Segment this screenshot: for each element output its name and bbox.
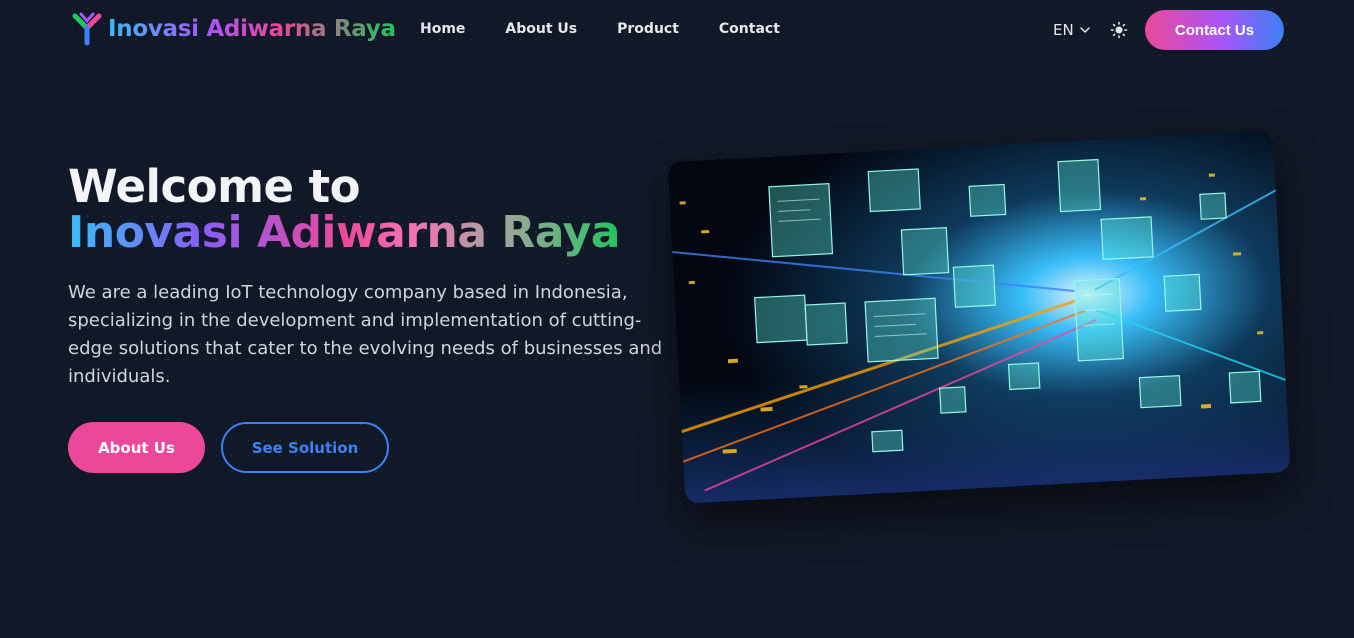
hero-image	[667, 130, 1291, 504]
sun-icon[interactable]	[1110, 21, 1128, 39]
contact-us-button[interactable]: Contact Us	[1145, 10, 1284, 50]
brand-name: Inovasi Adiwarna Raya	[108, 16, 396, 42]
nav-item-contact[interactable]: Contact	[719, 21, 780, 37]
y-shaped-logo-icon	[72, 12, 102, 46]
see-solution-button[interactable]: See Solution	[221, 422, 389, 473]
hero-description: We are a leading IoT technology company …	[68, 282, 663, 387]
hero-title-line1: Welcome to	[68, 160, 361, 213]
nav-item-product[interactable]: Product	[617, 21, 679, 37]
data-center-illustration	[667, 130, 1291, 504]
about-us-button[interactable]: About Us	[68, 422, 205, 473]
brand-logo[interactable]: Inovasi Adiwarna Raya	[72, 12, 396, 46]
nav-item-about-us[interactable]: About Us	[505, 21, 577, 37]
hero-title-line2: Inovasi Adiwarna Raya	[68, 207, 620, 258]
nav-item-home[interactable]: Home	[420, 21, 465, 37]
language-label: EN	[1053, 21, 1074, 39]
chevron-down-icon	[1079, 27, 1090, 34]
language-selector[interactable]: EN	[1053, 21, 1091, 39]
main-menu: Home About Us Product Contact	[420, 21, 780, 37]
navbar: Inovasi Adiwarna Raya Home About Us Prod…	[0, 0, 1354, 60]
